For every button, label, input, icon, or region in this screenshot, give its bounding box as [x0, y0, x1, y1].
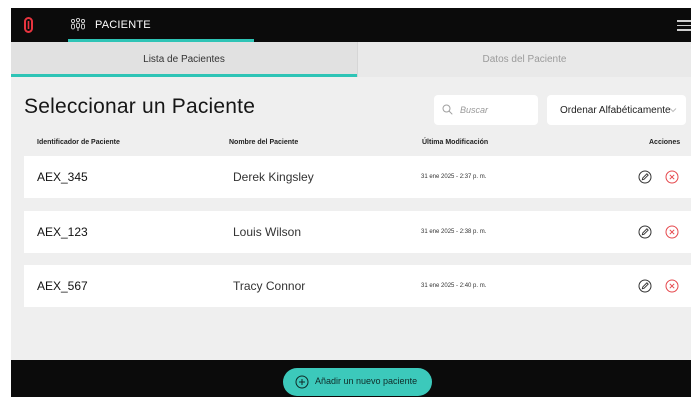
add-patient-button[interactable]: Añadir un nuevo paciente [283, 368, 432, 396]
tab-label: Lista de Pacientes [143, 54, 225, 65]
patient-group-icon [70, 17, 86, 31]
top-bar: PACIENTE [11, 8, 691, 42]
patient-id: AEX_567 [37, 279, 88, 293]
patient-name: Tracy Connor [233, 279, 306, 293]
sort-selected-label: Ordenar Alfabéticamente [560, 104, 671, 116]
patient-id: AEX_345 [37, 170, 88, 184]
plus-circle-icon [295, 375, 309, 389]
nav-tab-paciente[interactable]: PACIENTE [68, 8, 254, 42]
hamburger-menu-icon[interactable] [677, 20, 691, 32]
column-header-modified: Última Modificación [422, 139, 489, 146]
column-header-name: Nombre del Paciente [229, 139, 299, 146]
table-row[interactable]: AEX_567 Tracy Connor 31 ene 2025 - 2:40 … [24, 265, 691, 307]
app-logo-icon [24, 17, 33, 33]
delete-icon[interactable] [665, 225, 679, 239]
add-patient-label: Añadir un nuevo paciente [315, 376, 418, 386]
tab-lista-de-pacientes[interactable]: Lista de Pacientes [11, 42, 357, 77]
edit-icon[interactable] [638, 225, 652, 239]
table-row[interactable]: AEX_123 Louis Wilson 31 ene 2025 - 2:38 … [24, 211, 691, 253]
nav-tab-label: PACIENTE [95, 19, 151, 31]
column-header-id: Identificador de Paciente [37, 139, 120, 146]
patient-id: AEX_123 [37, 225, 88, 239]
delete-icon[interactable] [665, 279, 679, 293]
sort-dropdown[interactable]: Ordenar Alfabéticamente [547, 95, 686, 125]
tab-label: Datos del Paciente [482, 54, 567, 65]
delete-icon[interactable] [665, 170, 679, 184]
app-window: PACIENTE Lista de Pacientes Datos del Pa… [11, 8, 691, 397]
last-modified: 31 ene 2025 - 2:37 p. m. [421, 174, 487, 180]
chevron-down-icon [669, 108, 677, 113]
bottom-bar: Añadir un nuevo paciente [11, 360, 691, 397]
edit-icon[interactable] [638, 170, 652, 184]
search-box[interactable] [434, 95, 538, 125]
patient-name: Louis Wilson [233, 225, 302, 239]
column-header-actions: Acciones [649, 139, 681, 146]
last-modified: 31 ene 2025 - 2:40 p. m. [421, 283, 487, 289]
search-icon [442, 104, 453, 115]
search-input[interactable] [460, 102, 532, 118]
sub-tab-bar: Lista de Pacientes Datos del Paciente [11, 42, 691, 77]
table-row[interactable]: AEX_345 Derek Kingsley 31 ene 2025 - 2:3… [24, 156, 691, 198]
patient-name: Derek Kingsley [233, 170, 314, 184]
last-modified: 31 ene 2025 - 2:38 p. m. [421, 229, 487, 235]
edit-icon[interactable] [638, 279, 652, 293]
page-title: Seleccionar un Paciente [24, 95, 256, 118]
tab-datos-del-paciente[interactable]: Datos del Paciente [357, 42, 691, 77]
